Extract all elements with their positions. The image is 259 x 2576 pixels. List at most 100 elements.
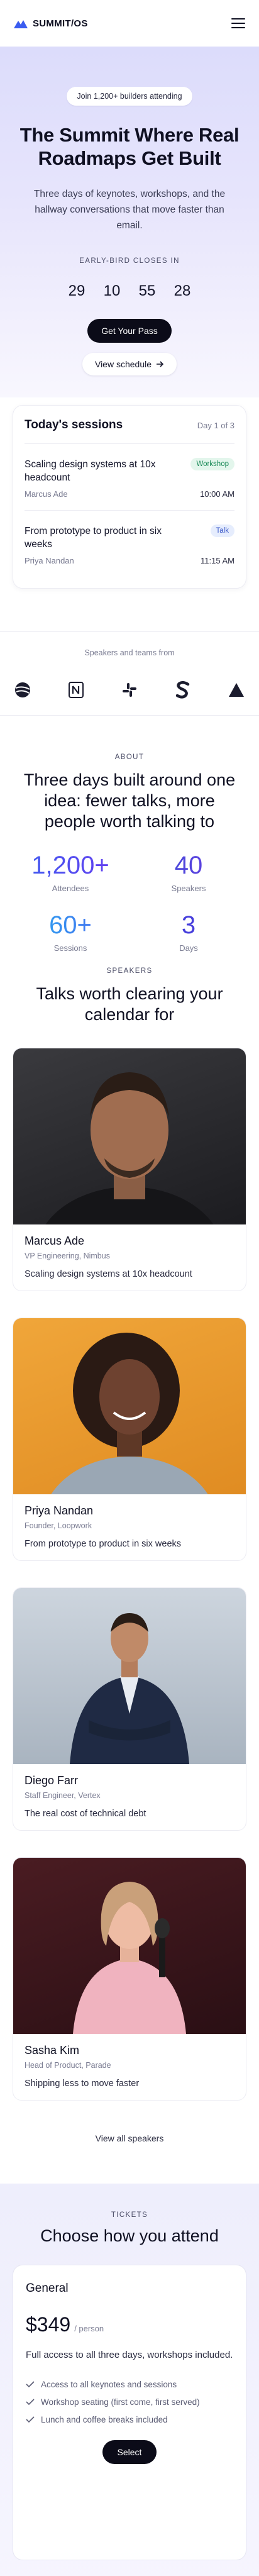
ticket-price: $349 / person [26, 2313, 233, 2336]
triangle-logo-icon [228, 681, 245, 699]
select-plan-button[interactable]: Select [102, 2440, 157, 2464]
stat-attendees: 1,200+ Attendees [11, 851, 130, 893]
check-icon [26, 2381, 35, 2388]
check-icon [26, 2416, 35, 2423]
session-time: 11:15 AM [201, 556, 234, 565]
speaker-role: Head of Product, Parade [25, 2061, 111, 2070]
slack-logo-icon [121, 681, 138, 699]
tickets-section: TICKETS Choose how you attend General $3… [0, 2184, 259, 2576]
view-schedule-label: View schedule [94, 359, 152, 369]
countdown-minutes: 55 [138, 282, 156, 299]
logo-row [0, 681, 259, 699]
stat-days: 3 Days [130, 911, 248, 953]
feature-text: Lunch and coffee breaks included [41, 2415, 168, 2424]
speaker-talk: The real cost of technical debt [25, 1809, 146, 1819]
stripe-logo-icon [174, 681, 192, 699]
get-pass-button[interactable]: Get Your Pass [87, 319, 172, 343]
logos-label: Speakers and teams from [84, 648, 175, 657]
stat-speakers: 40 Speakers [130, 851, 248, 893]
countdown-timer: 29 10 55 28 [0, 282, 259, 300]
speaker-photo [13, 1318, 246, 1494]
sessions-day: Day 1 of 3 [197, 420, 234, 430]
speaker-card[interactable]: Marcus Ade VP Engineering, Nimbus Scalin… [13, 1048, 246, 1291]
speakers-kicker: SPEAKERS [106, 967, 153, 975]
brand-logo[interactable]: SUMMIT/OS [14, 18, 88, 29]
stat-value: 60+ [11, 911, 130, 940]
session-title: Scaling design systems at 10x headcount [25, 459, 156, 483]
ticket-name: General [26, 2282, 69, 2295]
sessions-header: Today's sessions Day 1 of 3 [25, 418, 234, 444]
notion-logo-icon [67, 681, 85, 699]
countdown-days: 29 [68, 282, 85, 299]
about-section: ABOUT Three days built around one idea: … [0, 716, 259, 962]
stat-label: Attendees [52, 884, 89, 893]
session-speaker: Marcus Ade [25, 489, 68, 499]
speaker-talk: Shipping less to move faster [25, 2079, 140, 2089]
ticket-card-general: General $349 / person Full access to all… [13, 2265, 246, 2560]
session-speaker: Priya Nandan [25, 556, 74, 565]
speakers-header: SPEAKERS Talks worth clearing your calen… [0, 962, 259, 1025]
speaker-talk: Scaling design systems at 10x headcount [25, 1269, 192, 1279]
speaker-card[interactable]: Diego Farr Staff Engineer, Vertex The re… [13, 1587, 246, 1831]
stat-value: 1,200+ [11, 851, 130, 880]
stat-label: Sessions [53, 943, 87, 953]
feature-text: Access to all keynotes and sessions [41, 2380, 177, 2389]
stat-sessions: 60+ Sessions [11, 911, 130, 953]
stat-label: Days [179, 943, 198, 953]
globe-logo-icon [14, 681, 31, 699]
hero-subtitle: Three days of keynotes, workshops, and t… [33, 189, 226, 231]
countdown-label: EARLY-BIRD CLOSES IN [79, 257, 180, 265]
speaker-role: Staff Engineer, Vertex [25, 1791, 101, 1800]
speaker-photo [13, 1048, 246, 1224]
speaker-name: Diego Farr [25, 1774, 79, 1787]
session-item[interactable]: From prototype to product in six weeks P… [25, 511, 234, 577]
arrow-right-icon [157, 361, 164, 367]
about-title: Three days built around one idea: fewer … [23, 770, 236, 831]
session-time: 10:00 AM [200, 489, 234, 499]
menu-icon[interactable] [231, 18, 245, 28]
feature-list: Access to all keynotes and sessions Work… [26, 2376, 233, 2429]
speaker-card[interactable]: Priya Nandan Founder, Loopwork From prot… [13, 1318, 246, 1561]
feature-text: Workshop seating (first come, first serv… [41, 2397, 200, 2407]
speaker-name: Marcus Ade [25, 1235, 85, 1247]
view-schedule-button[interactable]: View schedule [82, 353, 177, 375]
stat-value: 40 [130, 851, 248, 880]
tickets-title: Choose how you attend [40, 2226, 219, 2245]
speaker-name: Sasha Kim [25, 2044, 80, 2057]
sessions-card: Today's sessions Day 1 of 3 Scaling desi… [13, 405, 246, 589]
top-nav: SUMMIT/OS [0, 0, 259, 47]
brand-name: SUMMIT/OS [33, 18, 88, 29]
speaker-name: Priya Nandan [25, 1504, 94, 1517]
mountain-icon [14, 20, 28, 28]
session-type-badge: Workshop [190, 458, 234, 470]
logos-section: Speakers and teams from [0, 631, 259, 716]
countdown-seconds: 28 [174, 282, 191, 299]
stat-value: 3 [130, 911, 248, 940]
hero-section: Join 1,200+ builders attending The Summi… [0, 47, 259, 397]
speaker-role: Founder, Loopwork [25, 1521, 92, 1530]
attendance-badge: Join 1,200+ builders attending [67, 87, 192, 106]
countdown-hours: 10 [103, 282, 121, 299]
hero-title: The Summit Where Real Roadmaps Get Built [19, 124, 240, 169]
tickets-kicker: TICKETS [111, 2211, 148, 2219]
sessions-title: Today's sessions [25, 418, 123, 431]
speaker-photo [13, 1588, 246, 1764]
about-kicker: ABOUT [114, 753, 145, 761]
speaker-role: VP Engineering, Nimbus [25, 1252, 110, 1260]
price-amount: $349 [26, 2313, 71, 2336]
ticket-description: Full access to all three days, workshops… [26, 2350, 233, 2360]
check-icon [26, 2399, 35, 2406]
feature-item: Access to all keynotes and sessions [26, 2376, 233, 2394]
stat-label: Speakers [171, 884, 206, 893]
speaker-photo [13, 1858, 246, 2034]
feature-item: Workshop seating (first come, first serv… [26, 2394, 233, 2411]
session-type-badge: Talk [210, 525, 234, 537]
session-item[interactable]: Scaling design systems at 10x headcount … [25, 444, 234, 511]
session-title: From prototype to product in six weeks [25, 526, 162, 550]
speaker-card[interactable]: Sasha Kim Head of Product, Parade Shippi… [13, 1857, 246, 2101]
stats-grid: 1,200+ Attendees 40 Speakers 60+ Session… [0, 851, 259, 953]
speakers-title: Talks worth clearing your calendar for [36, 984, 223, 1024]
view-all-speakers-link[interactable]: View all speakers [0, 2133, 259, 2143]
speaker-talk: From prototype to product in six weeks [25, 1539, 182, 1549]
feature-item: Lunch and coffee breaks included [26, 2411, 233, 2429]
